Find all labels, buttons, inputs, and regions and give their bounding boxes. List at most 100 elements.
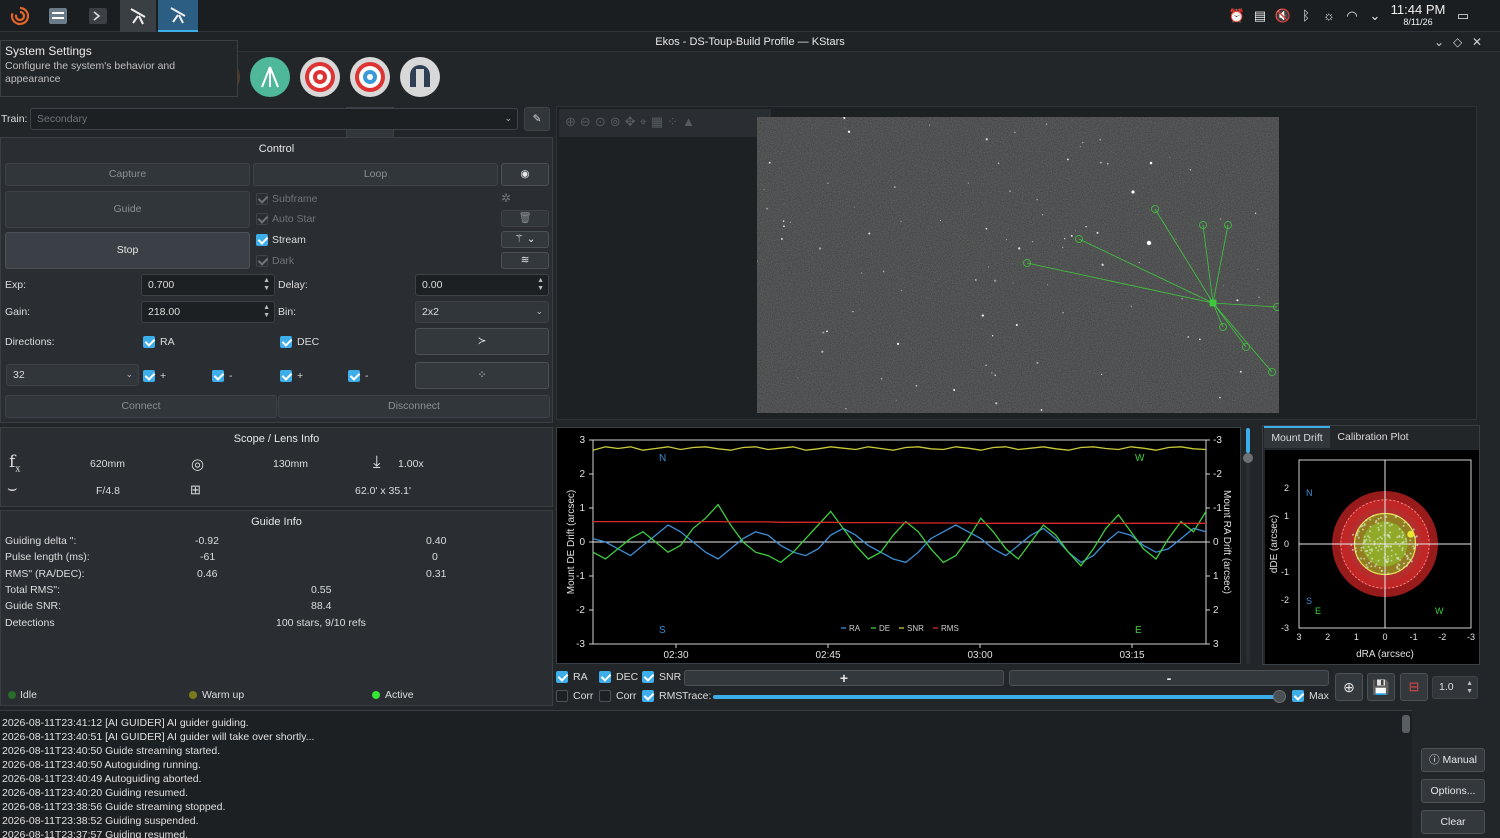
drift-point	[1377, 522, 1380, 525]
clock[interactable]: 11:44 PM 8/11/26	[1388, 3, 1448, 28]
bluetooth-icon[interactable]: ᛒ	[1296, 6, 1316, 26]
gain-value: 218.00	[148, 306, 181, 318]
select-star-button[interactable]: ⁘	[415, 362, 549, 389]
drift-point	[1377, 526, 1380, 529]
tab-mount-icon[interactable]	[250, 57, 290, 97]
pan-icon[interactable]: ✥	[625, 114, 640, 129]
stream-checkbox[interactable]	[256, 234, 268, 246]
manual-button[interactable]: ⓘ Manual	[1421, 748, 1485, 772]
trace-slider-handle[interactable]	[1273, 690, 1286, 703]
dark-library-button[interactable]: ⚚ ⌄	[501, 231, 549, 248]
ekos-task-icon[interactable]	[158, 0, 198, 32]
chevron-down-icon[interactable]: ⌄	[1365, 6, 1385, 26]
exposure-input[interactable]: 0.700 ▲ ▼	[141, 274, 275, 296]
dec-minus-checkbox[interactable]	[348, 370, 360, 382]
tab-calibration-plot[interactable]: Calibration Plot	[1333, 426, 1413, 448]
drift-graph-button[interactable]: ≋	[501, 252, 549, 269]
graph-zoom-out-button[interactable]: -	[1009, 670, 1329, 686]
stars-icon[interactable]: ⁘	[667, 114, 682, 129]
guide-image-viewer[interactable]: ⊕⊖⊙⊚✥⌖▦⁘▲	[556, 106, 1477, 420]
connect-button[interactable]: Connect	[5, 395, 277, 418]
drift-graph[interactable]: 3 2 1 0 -1 -2 -3 -3 -2 -1 0 1 2 3 02:30 02:45 03:00 03:15…	[556, 427, 1241, 664]
dec-direction-checkbox[interactable]	[280, 336, 292, 348]
vscroll-handle[interactable]	[1243, 453, 1253, 463]
edit-train-button[interactable]: ✎	[524, 107, 550, 131]
capture-button[interactable]: Capture	[5, 163, 250, 186]
tab-align-icon[interactable]	[300, 57, 340, 97]
y2-axis-label: Mount RA Drift (arcsec)	[1221, 490, 1232, 594]
subframe-checkbox[interactable]	[256, 193, 268, 205]
kstars-task-icon[interactable]	[120, 0, 156, 32]
graph-fit-button[interactable]: ⊕	[1335, 673, 1363, 701]
triangle-icon[interactable]: ▲	[682, 114, 699, 129]
clear-calibration-button[interactable]: 🗑	[501, 210, 549, 227]
dec-plus-checkbox[interactable]	[280, 370, 292, 382]
scatter-area[interactable]: 3 2 1 0 -1 -2 -3 2 1 0 -1 -2 -3 dRA (arcsec) dDE (arcs…	[1265, 450, 1479, 664]
alarm-icon[interactable]: ⏰	[1227, 6, 1247, 26]
show-desktop-icon[interactable]: ▭	[1453, 6, 1473, 26]
auto-star-checkbox[interactable]	[256, 213, 268, 225]
volume-muted-icon[interactable]: 🔇	[1273, 6, 1293, 26]
rms-series-checkbox[interactable]	[642, 690, 654, 702]
guide-direction-button[interactable]: ≻	[415, 328, 549, 355]
series-snr-line	[592, 446, 1207, 451]
ra-minus-checkbox[interactable]	[212, 370, 224, 382]
brightness-icon[interactable]: ☼	[1319, 6, 1339, 26]
y2-tick-label: 0	[1213, 537, 1219, 548]
drift-point	[1396, 565, 1399, 568]
zoom-spinbox[interactable]: 1.0 ▲ ▼	[1432, 676, 1478, 699]
ra-direction-checkbox[interactable]	[143, 336, 155, 348]
dark-checkbox[interactable]	[256, 255, 268, 267]
delay-input[interactable]: 0.00 ▲ ▼	[415, 274, 549, 296]
app-launcher-icon[interactable]	[2, 0, 38, 32]
drift-point	[1410, 560, 1413, 563]
auto-star-label: Auto Star	[272, 213, 316, 225]
options-button[interactable]: Options...	[1421, 779, 1485, 803]
drift-point	[1403, 566, 1406, 569]
terminal-icon[interactable]	[80, 0, 116, 32]
log-area[interactable]: 2026-08-11T23:41:12 [AI GUIDER] AI guide…	[0, 710, 1412, 838]
clear-log-button[interactable]: Clear	[1421, 810, 1485, 834]
clipboard-icon[interactable]: ▤	[1250, 6, 1270, 26]
zoom-in-icon[interactable]: ⊕	[565, 114, 580, 129]
star-dot	[1032, 241, 1034, 243]
loop-button[interactable]: Loop	[253, 163, 498, 186]
eye-button[interactable]: ◉	[501, 163, 549, 186]
zoom-out-icon[interactable]: ⊖	[580, 114, 595, 129]
drift-point	[1402, 540, 1405, 543]
drift-graph-vscroll[interactable]	[1243, 428, 1253, 664]
stop-button[interactable]: Stop	[5, 232, 250, 269]
wifi-icon[interactable]: ◠	[1342, 6, 1362, 26]
maximize-icon[interactable]: ◇	[1453, 35, 1462, 49]
save-graph-button[interactable]: 💾	[1367, 673, 1395, 701]
zoom-fit-icon[interactable]: ⊚	[610, 114, 625, 129]
bin-select[interactable]: 2x2 ⌄	[415, 301, 549, 323]
guide-button[interactable]: Guide	[5, 191, 250, 228]
ra-corr-checkbox[interactable]	[556, 690, 568, 702]
log-scrollbar[interactable]	[1402, 715, 1410, 733]
disconnect-button[interactable]: Disconnect	[278, 395, 550, 418]
zoom-default-icon[interactable]: ⊙	[595, 114, 610, 129]
system-settings-icon[interactable]	[40, 0, 76, 32]
grid-icon[interactable]: ▦	[651, 114, 667, 129]
tab-guide-icon[interactable]	[350, 57, 390, 97]
minimize-icon[interactable]: ⌄	[1434, 35, 1444, 49]
ra-series-checkbox[interactable]	[556, 671, 568, 683]
tab-mount-drift[interactable]: Mount Drift	[1264, 426, 1330, 448]
snr-series-checkbox[interactable]	[642, 671, 654, 683]
dec-corr-checkbox[interactable]	[599, 690, 611, 702]
max-checkbox[interactable]	[1292, 690, 1304, 702]
trace-slider[interactable]	[713, 695, 1281, 699]
gain-input[interactable]: 218.00 ▲ ▼	[141, 301, 275, 323]
clear-graph-button[interactable]: ⊟	[1400, 673, 1428, 701]
x-tick-label: 03:15	[1119, 650, 1144, 661]
ra-plus-checkbox[interactable]	[143, 370, 155, 382]
box-size-select[interactable]: 32 ⌄	[6, 364, 139, 386]
train-select[interactable]: Secondary ⌄	[30, 108, 518, 130]
crosshair-icon[interactable]: ⌖	[640, 114, 651, 129]
graph-zoom-in-button[interactable]: +	[684, 670, 1004, 686]
close-icon[interactable]: ✕	[1472, 35, 1482, 49]
dec-series-checkbox[interactable]	[599, 671, 611, 683]
y-tick-label: 3	[579, 435, 585, 446]
tab-observatory-icon[interactable]	[400, 57, 440, 97]
